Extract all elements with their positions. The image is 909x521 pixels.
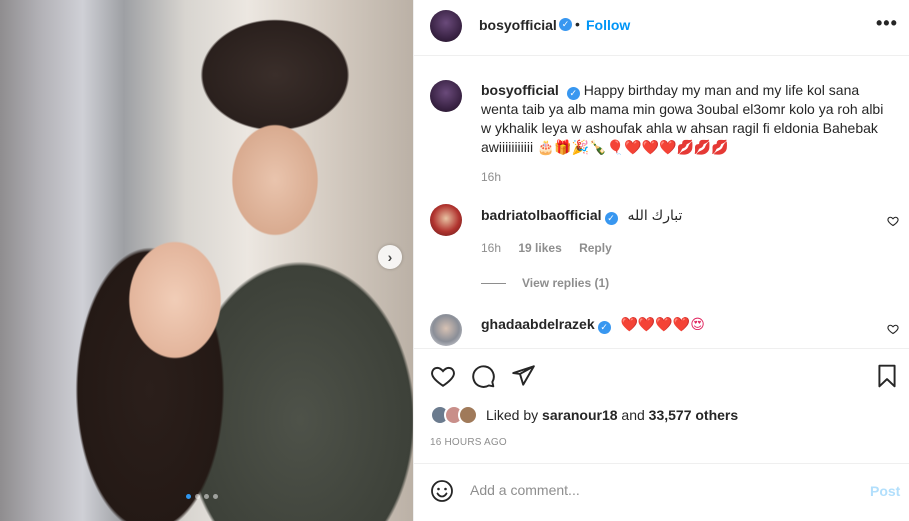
likes-count[interactable]: 33,577 others [649,407,739,423]
caption-author-avatar[interactable] [430,80,462,112]
author-avatar[interactable] [430,10,462,42]
comment-likes[interactable]: 19 likes [518,241,561,255]
heart-outline-icon[interactable] [430,363,456,389]
comment-text: ❤️❤️❤️❤️😍 [620,316,705,332]
caption: bosyofficial ✓ Happy birthday my man and … [481,81,891,157]
next-photo-button[interactable]: › [378,245,402,269]
caption-username[interactable]: bosyofficial [481,82,559,98]
heart-outline-icon[interactable] [887,215,899,227]
carousel-indicator [186,494,218,499]
heart-outline-icon[interactable] [887,323,899,335]
post-side-panel: bosyofficial ✓ • Follow ••• bosyofficial… [413,0,909,521]
commenter-username[interactable]: ghadaabdelrazek [481,316,595,332]
comment-item: ghadaabdelrazek ✓ ❤️❤️❤️❤️😍 [481,316,705,334]
commenter-avatar[interactable] [430,204,462,236]
verified-badge-icon: ✓ [604,212,618,225]
post-actions: Liked by saranour18 and 33,577 others 16… [414,348,909,463]
view-replies-label: View replies (1) [522,276,610,290]
carousel-dot [213,494,218,499]
verified-badge-icon: ✓ [559,18,572,31]
comment-time[interactable]: 16h [481,241,501,255]
add-comment-bar: Post [414,463,909,521]
more-options-icon[interactable]: ••• [876,13,898,34]
reply-button[interactable]: Reply [579,241,612,255]
carousel-dot-active [186,494,191,499]
comments-list[interactable]: bosyofficial ✓ Happy birthday my man and … [414,57,909,347]
verified-badge-icon: ✓ [566,87,580,100]
author-username[interactable]: bosyofficial [479,17,557,33]
liker-avatar [458,405,478,425]
liked-by-user[interactable]: saranour18 [542,407,617,423]
post-header: bosyofficial ✓ • Follow ••• [414,0,909,56]
bookmark-icon[interactable] [874,363,900,389]
post-photo[interactable]: › [0,0,413,521]
view-replies-button[interactable]: View replies (1) [481,276,609,290]
liked-by-prefix: Liked by [486,407,539,423]
comment-input[interactable] [470,482,850,498]
commenter-avatar[interactable] [430,314,462,346]
comment-text: تبارك الله [627,207,683,223]
carousel-dot [195,494,200,499]
emoji-icon[interactable] [430,479,454,503]
follow-button[interactable]: Follow [586,17,630,33]
post-comment-button[interactable]: Post [870,483,900,499]
comment-item: badriatolbaofficial ✓ تبارك الله [481,207,682,225]
verified-badge-icon: ✓ [597,321,611,334]
divider [481,282,506,284]
post-timestamp[interactable]: 16 HOURS AGO [430,437,507,448]
liked-by-and: and [621,407,645,423]
liked-by-text: Liked by saranour18 and 33,577 others [486,407,738,423]
share-icon[interactable] [510,363,536,389]
comment-icon[interactable] [470,363,496,389]
commenter-username[interactable]: badriatolbaofficial [481,207,602,223]
carousel-dot [204,494,209,499]
liked-by[interactable]: Liked by saranour18 and 33,577 others [430,405,738,425]
chevron-right-icon: › [387,249,393,265]
comment-meta: 16h 19 likes Reply [481,241,626,255]
caption-time[interactable]: 16h [481,170,501,184]
separator-dot: • [575,16,580,32]
